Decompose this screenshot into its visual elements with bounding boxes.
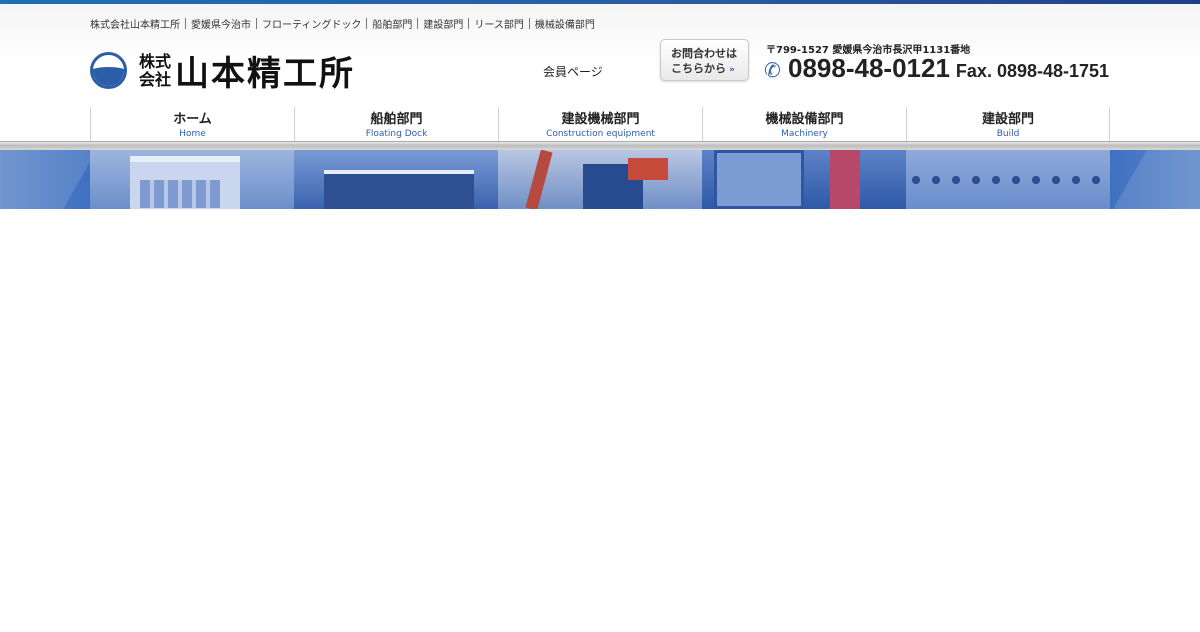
hero-photo-machinery xyxy=(702,150,906,209)
nav-label-en: Build xyxy=(996,129,1020,139)
company-logo-link[interactable]: 株式 会社 山本精工所 xyxy=(90,46,355,95)
phone-icon: ✆ xyxy=(764,58,781,82)
nav-label-en: Construction equipment xyxy=(546,129,655,139)
member-page-link[interactable]: 会員ページ xyxy=(543,63,603,80)
company-emblem-icon xyxy=(90,52,127,89)
nav-item-floating-dock[interactable]: 船舶部門 Floating Dock xyxy=(294,107,498,144)
breadcrumb-separator xyxy=(366,18,368,29)
logo-company-name: 山本精工所 xyxy=(175,54,356,94)
hero-stripe xyxy=(0,150,98,209)
breadcrumb-separator xyxy=(468,18,470,29)
contact-button[interactable]: お問合わせは こちらから» xyxy=(660,39,749,81)
logo-kabu-bottom: 会社 xyxy=(139,69,172,89)
nav-item-machinery[interactable]: 機械設備部門 Machinery xyxy=(702,107,906,144)
nav-label-en: Home xyxy=(179,129,206,139)
contact-button-line1: お問合わせは xyxy=(671,47,737,60)
nav-label-jp: 船舶部門 xyxy=(370,112,423,127)
fax-number: Fax. 0898-48-1751 xyxy=(955,61,1110,81)
nav-label-jp: 機械設備部門 xyxy=(765,112,844,127)
logo-kabu-top: 株式 xyxy=(139,51,172,71)
breadcrumb-separator xyxy=(256,18,257,29)
nav-label-jp: ホーム xyxy=(173,112,212,127)
breadcrumb-separator xyxy=(185,18,186,29)
nav-label-jp: 建設部門 xyxy=(981,112,1034,127)
hero-photo-ship xyxy=(294,150,498,209)
nav-item-build[interactable]: 建設部門 Build xyxy=(906,107,1110,144)
breadcrumb-separator xyxy=(417,18,419,29)
hero-photo-construction xyxy=(498,150,702,209)
hero-photo-office xyxy=(90,150,294,209)
nav-label-jp: 建設機械部門 xyxy=(561,112,640,127)
hero-photo-build xyxy=(906,150,1110,209)
logo-kabushiki-kaisha: 株式 会社 xyxy=(139,51,172,89)
phone-block: ✆ 0898-48-0121 Fax. 0898-48-1751 xyxy=(764,53,1109,84)
hero-photo-strip xyxy=(90,150,1110,209)
breadcrumb-item: リース部門 xyxy=(474,20,524,31)
breadcrumb-item: フローティングドック xyxy=(262,20,362,31)
nav-label-en: Machinery xyxy=(781,129,828,139)
breadcrumb-item: 株式会社山本精工所 xyxy=(90,20,180,31)
nav-item-home[interactable]: ホーム Home xyxy=(90,107,294,144)
site-header: 株式会社山本精工所 愛媛県今治市 フローティングドック 船舶部門 建設部門 リー… xyxy=(0,4,1200,145)
contact-button-line2: こちらから xyxy=(671,62,726,75)
nav-label-en: Floating Dock xyxy=(365,129,428,139)
breadcrumb-item: 愛媛県今治市 xyxy=(191,20,251,31)
global-navigation: ホーム Home 船舶部門 Floating Dock 建設機械部門 Const… xyxy=(90,107,1110,145)
telephone-number[interactable]: 0898-48-0121 xyxy=(788,53,950,84)
keyword-breadcrumb: 株式会社山本精工所 愛媛県今治市 フローティングドック 船舶部門 建設部門 リー… xyxy=(90,16,595,31)
breadcrumb-separator xyxy=(528,18,530,29)
hero-stripe xyxy=(1112,150,1200,209)
double-arrow-icon: » xyxy=(729,65,735,75)
nav-item-construction-equipment[interactable]: 建設機械部門 Construction equipment xyxy=(498,107,702,144)
breadcrumb-item: 船舶部門 xyxy=(372,20,413,31)
navigation-divider xyxy=(0,141,1200,150)
breadcrumb-item: 建設部門 xyxy=(423,20,464,31)
hero-banner xyxy=(0,150,1200,209)
breadcrumb-item: 機械設備部門 xyxy=(534,20,595,31)
